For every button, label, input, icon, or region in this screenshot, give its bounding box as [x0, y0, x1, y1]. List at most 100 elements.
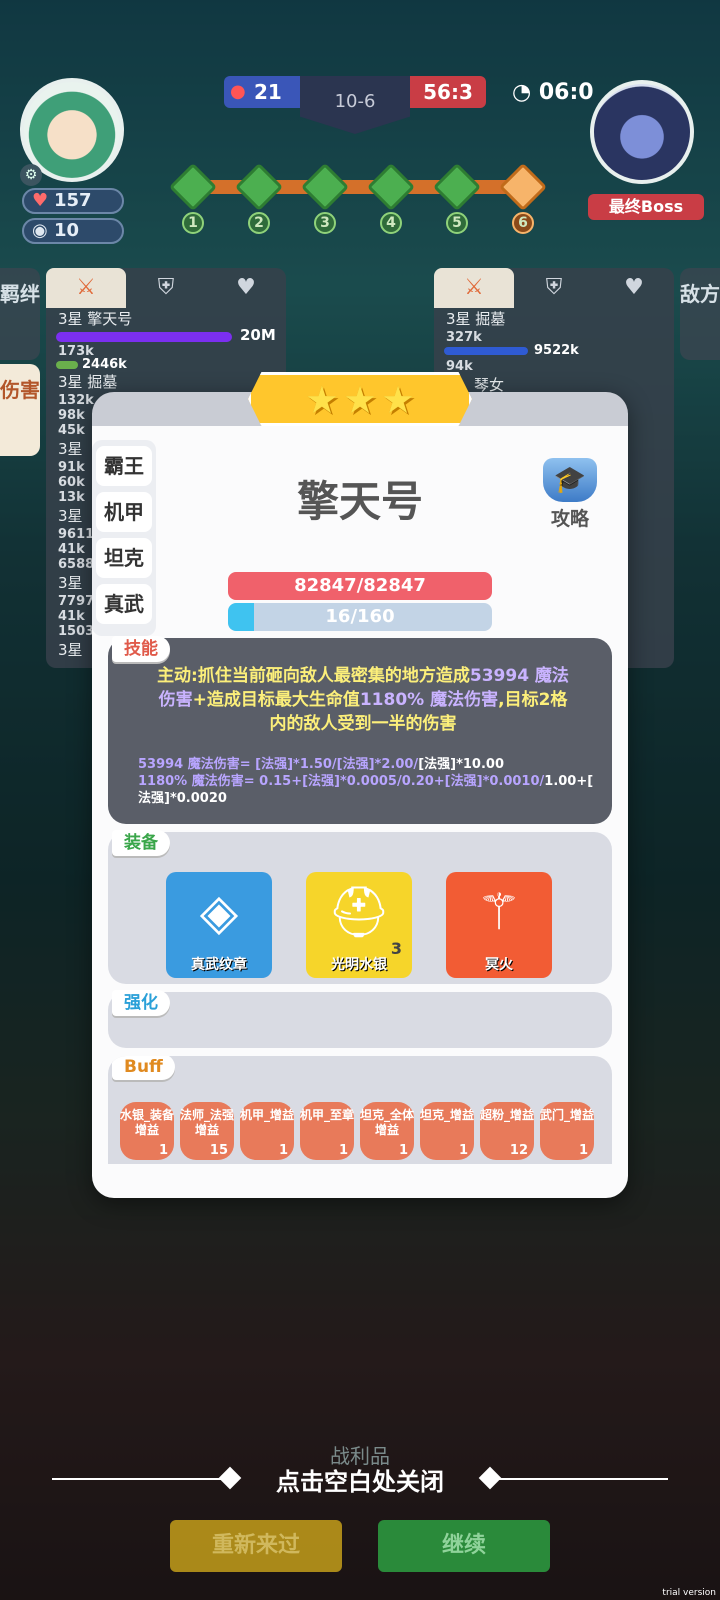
equipment-name: 光明水银: [331, 957, 387, 973]
heart-icon: ♥: [32, 190, 49, 211]
skill-text: 内的敌人受到一半的伤害: [269, 714, 457, 734]
buff-item[interactable]: 水银_装备增益 1: [120, 1102, 174, 1160]
row-value: 20M: [240, 326, 276, 344]
buff-item[interactable]: 超粉_增益 12: [480, 1102, 534, 1160]
hearts-pill: ♥ 157: [22, 188, 124, 214]
buff-item[interactable]: 武门_增益 1: [540, 1102, 594, 1160]
sword-icon[interactable]: ⚔: [434, 268, 514, 308]
hearts-count: 157: [54, 190, 92, 211]
enhance-tag: 强化: [112, 990, 170, 1016]
buff-item[interactable]: 机甲_至章 1: [300, 1102, 354, 1160]
buff-level: 15: [209, 1143, 228, 1158]
gear-icon[interactable]: ⚙: [20, 164, 42, 186]
star-banner: ★ ★ ★: [248, 372, 472, 426]
equipment-slot[interactable]: ◈ 真武纹章: [166, 872, 272, 978]
equipment-section: 装备 ◈ 真武纹章 ⛑ 3 光明水银 ⚚ 冥火: [108, 830, 612, 984]
tab-damage[interactable]: 伤害: [0, 364, 40, 456]
buff-level: 1: [278, 1143, 288, 1158]
buff-name: 坦克_全体增益: [360, 1108, 415, 1137]
skill-tag: 技能: [112, 636, 170, 662]
list-item: 3星 掘墓: [46, 371, 286, 393]
equipment-name: 真武纹章: [191, 957, 247, 973]
buff-section: Buff 水银_装备增益 1 法师_法强增益 15 机甲_增益 1 机甲_至章 1 坦克…: [108, 1056, 612, 1164]
clock-icon: ◔: [512, 80, 532, 105]
buff-level: 1: [338, 1143, 348, 1158]
skill-text: ,目标2格: [498, 690, 568, 710]
shields-count: 10: [54, 220, 80, 241]
buff-level: 1: [458, 1143, 468, 1158]
buff-item[interactable]: 法师_法强增益 15: [180, 1102, 234, 1160]
boss-label: 最终Boss: [588, 194, 704, 220]
tab-enemy[interactable]: 敌方: [680, 268, 720, 360]
trait-item[interactable]: 坦克: [96, 538, 152, 578]
buff-item[interactable]: 坦克_增益 1: [420, 1102, 474, 1160]
buff-name: 坦克_增益: [420, 1108, 475, 1122]
row-value: 2446k: [82, 357, 127, 372]
buff-item[interactable]: 机甲_增益 1: [240, 1102, 294, 1160]
staff-icon: ⚚: [476, 883, 522, 941]
score-left: ● 21: [224, 76, 302, 108]
trait-list: 霸王 机甲 坦克 真武: [92, 440, 156, 636]
continue-button[interactable]: 继续: [378, 1520, 550, 1572]
buff-level: 1: [398, 1143, 408, 1158]
stage-number: 2: [248, 212, 270, 234]
formula-text: 法强]*0.0020: [138, 791, 227, 806]
divider: [496, 1478, 668, 1480]
trait-item[interactable]: 霸王: [96, 446, 152, 486]
shield-icon[interactable]: ⛨: [514, 268, 594, 308]
shield-icon[interactable]: ⛨: [126, 268, 206, 308]
score-right: 56:3: [410, 76, 486, 108]
trait-item[interactable]: 机甲: [96, 492, 152, 532]
trial-watermark: trial version: [662, 1588, 716, 1598]
guide-label: 攻略: [550, 508, 589, 530]
heart-icon[interactable]: ♥: [594, 268, 674, 308]
skill-damage: 53994 魔法: [469, 666, 569, 686]
equipment-slot[interactable]: ⛑ 3 光明水银: [306, 872, 412, 978]
buff-level: 1: [578, 1143, 588, 1158]
sword-icon[interactable]: ⚔: [46, 268, 126, 308]
buff-item[interactable]: 坦克_全体增益 1: [360, 1102, 414, 1160]
equipment-slot[interactable]: ⚚ 冥火: [446, 872, 552, 978]
score-left-value: 21: [254, 80, 282, 104]
stage-number: 3: [314, 212, 336, 234]
list-item: 3星 掘墓: [446, 310, 506, 328]
formula-text: 1.00+[: [544, 774, 594, 789]
panel-tabs: ⚔ ⛨ ♥: [46, 268, 286, 308]
hero-name: 擎天号: [296, 477, 423, 526]
formula-text: 1180% 魔法伤害= 0.15+[法强]*0.0005/0.20+[法强]*0…: [138, 774, 545, 789]
skill-text: 主动:抓住当前砸向敌人最密集的地方造成: [157, 666, 470, 686]
timer-value: 06:0: [538, 80, 594, 105]
boss-avatar[interactable]: [590, 80, 694, 184]
tab-damage-label: 伤害: [0, 378, 40, 402]
formula-text: [法强]*10.00: [418, 757, 504, 772]
trait-item[interactable]: 真武: [96, 584, 152, 624]
flame-icon: ●: [230, 81, 246, 102]
coin-icon: ◉: [32, 220, 48, 241]
row-name: 3星 掘墓: [58, 373, 118, 391]
formula-text: 53994 魔法伤害= [法强]*1.50/[法强]*2.00/: [138, 757, 419, 772]
tab-synergy-label: 羁绊: [0, 282, 40, 306]
list-item: 94k: [446, 359, 473, 374]
stage-number: 1: [182, 212, 204, 234]
buff-tag: Buff: [112, 1056, 175, 1080]
damage-bar: [56, 361, 78, 369]
guide-button[interactable]: 🎓 攻略: [536, 458, 604, 530]
buff-name: 超粉_增益: [480, 1108, 535, 1122]
graduation-cap-icon: 🎓: [543, 458, 597, 502]
skill-section: 技能 主动:抓住当前砸向敌人最密集的地方造成53994 魔法 伤害+造成目标最大…: [108, 636, 612, 824]
tab-synergy[interactable]: 羁绊: [0, 268, 40, 360]
star-icon: ★: [381, 378, 416, 422]
star-icon: ★: [342, 378, 378, 422]
damage-bar: [56, 332, 232, 342]
dmg-bar-row: 9522k: [434, 343, 674, 359]
equip-tag: 装备: [112, 830, 170, 856]
mana-fill: [228, 603, 255, 631]
heart-icon[interactable]: ♥: [206, 268, 286, 308]
tab-enemy-label: 敌方: [680, 282, 720, 306]
skill-description: 主动:抓住当前砸向敌人最密集的地方造成53994 魔法 伤害+造成目标最大生命值…: [132, 664, 594, 736]
buff-name: 法师_法强增益: [180, 1108, 235, 1137]
score-bar: ● 21 10-6 56:3: [224, 76, 486, 134]
buff-name: 机甲_至章: [300, 1108, 355, 1122]
emblem-icon: ◈: [199, 883, 239, 941]
retry-button[interactable]: 重新来过: [170, 1520, 342, 1572]
